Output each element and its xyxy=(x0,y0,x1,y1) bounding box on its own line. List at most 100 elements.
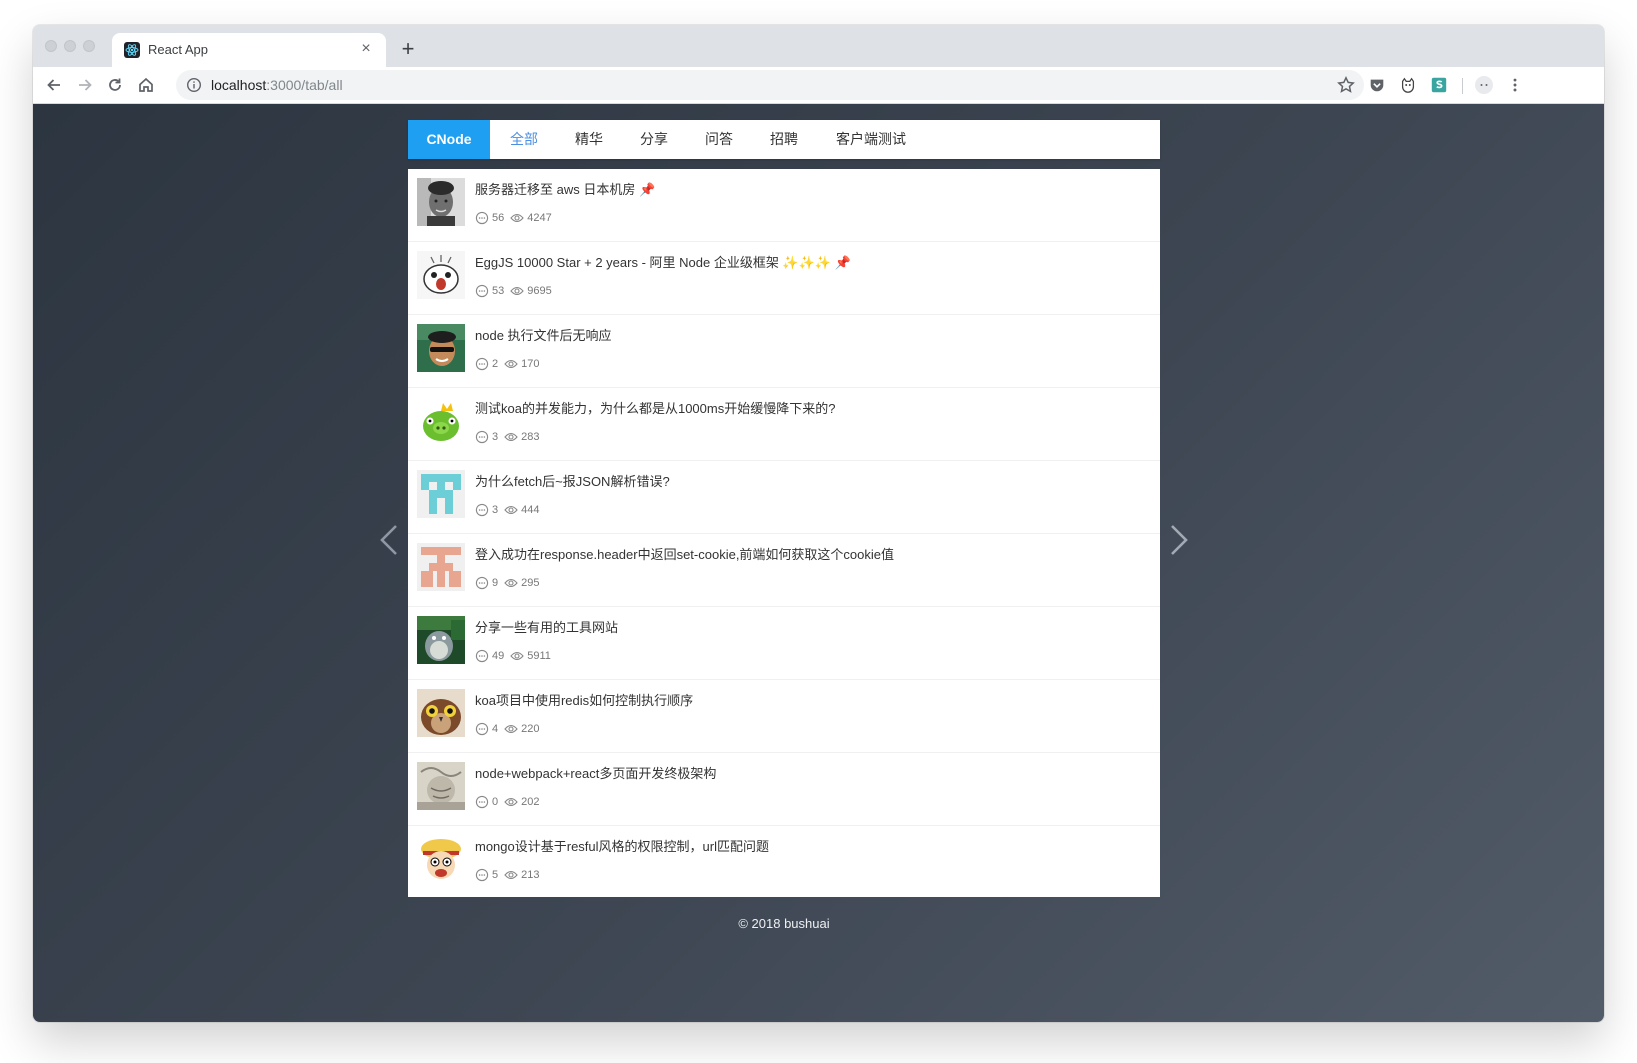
pocket-extension-icon[interactable] xyxy=(1367,75,1387,95)
tab-good[interactable]: 精华 xyxy=(575,120,603,159)
s-extension-icon[interactable] xyxy=(1429,75,1449,95)
topic-title[interactable]: node 执行文件后无响应 xyxy=(475,325,612,344)
reply-count: 49 xyxy=(492,650,505,662)
avatar[interactable] xyxy=(417,689,465,737)
reply-count: 53 xyxy=(492,285,505,297)
topic-nav-bar: CNode 全部 精华 分享 问答 招聘 客户端测试 xyxy=(408,120,1160,159)
comment-icon xyxy=(475,795,489,809)
topic-meta: 4 220 xyxy=(475,721,545,737)
reload-button[interactable] xyxy=(103,73,127,97)
tab-all[interactable]: 全部 xyxy=(510,120,538,159)
avatar[interactable] xyxy=(417,397,465,445)
home-icon xyxy=(139,77,153,92)
address-bar[interactable]: localhost:3000/tab/all xyxy=(176,70,1364,100)
reply-count: 3 xyxy=(492,504,499,516)
forward-button[interactable] xyxy=(73,73,97,97)
eye-icon xyxy=(510,213,524,223)
tab-ask[interactable]: 问答 xyxy=(705,120,733,159)
new-tab-button[interactable]: + xyxy=(397,38,419,61)
topic-title[interactable]: 服务器迁移至 aws 日本机房 📌 xyxy=(475,179,655,198)
tab-close-icon[interactable]: × xyxy=(356,39,376,59)
bookmark-star-icon[interactable] xyxy=(1336,75,1356,95)
menu-kebab-icon[interactable] xyxy=(1505,75,1525,95)
toolbar-separator xyxy=(1462,78,1463,94)
topic-item[interactable]: 为什么fetch后~报JSON解析错误? 3 444 xyxy=(408,461,1160,534)
window-close-dot[interactable] xyxy=(45,40,57,52)
avatar[interactable] xyxy=(417,470,465,518)
comment-icon xyxy=(475,357,489,371)
topic-item[interactable]: koa项目中使用redis如何控制执行顺序 4 220 xyxy=(408,680,1160,753)
home-button[interactable] xyxy=(134,73,158,97)
topic-title[interactable]: 分享一些有用的工具网站 xyxy=(475,617,618,636)
url-path: :3000/tab/all xyxy=(266,77,343,93)
topic-title[interactable]: 登入成功在response.header中返回set-cookie,前端如何获取… xyxy=(475,544,894,563)
view-count: 283 xyxy=(521,431,540,443)
topic-item[interactable]: node 执行文件后无响应 2 170 xyxy=(408,315,1160,388)
topic-meta: 0 202 xyxy=(475,794,545,810)
tab-share[interactable]: 分享 xyxy=(640,120,668,159)
topic-item[interactable]: node+webpack+react多页面开发终极架构 0 202 xyxy=(408,753,1160,826)
topic-item[interactable]: 测试koa的并发能力，为什么都是从1000ms开始缓慢降下来的? 3 283 xyxy=(408,388,1160,461)
avatar[interactable] xyxy=(417,762,465,810)
reply-count: 5 xyxy=(492,869,499,881)
tab-job[interactable]: 招聘 xyxy=(770,120,798,159)
avatar[interactable] xyxy=(417,324,465,372)
react-favicon-icon xyxy=(124,42,140,58)
cat-extension-icon[interactable] xyxy=(1398,75,1418,95)
eye-icon xyxy=(504,724,518,734)
reply-count: 0 xyxy=(492,796,499,808)
reply-count: 3 xyxy=(492,431,499,443)
topic-title[interactable]: koa项目中使用redis如何控制执行顺序 xyxy=(475,690,693,709)
topic-title[interactable]: node+webpack+react多页面开发终极架构 xyxy=(475,763,716,782)
browser-tab[interactable]: React App × xyxy=(112,33,386,67)
eye-icon xyxy=(504,797,518,807)
eye-icon xyxy=(504,870,518,880)
view-count: 295 xyxy=(521,577,540,589)
window-zoom-dot[interactable] xyxy=(83,40,95,52)
topic-item[interactable]: 服务器迁移至 aws 日本机房 📌 56 4247 xyxy=(408,169,1160,242)
eye-icon xyxy=(504,432,518,442)
topic-title[interactable]: 测试koa的并发能力，为什么都是从1000ms开始缓慢降下来的? xyxy=(475,398,835,417)
back-button[interactable] xyxy=(42,73,66,97)
topic-meta: 9 295 xyxy=(475,575,545,591)
avatar[interactable] xyxy=(417,616,465,664)
window-minimize-dot[interactable] xyxy=(64,40,76,52)
tab-dev[interactable]: 客户端测试 xyxy=(836,120,906,159)
topic-meta: 5 213 xyxy=(475,867,545,883)
info-icon[interactable] xyxy=(186,77,202,93)
view-count: 220 xyxy=(521,723,540,735)
topic-meta: 2 170 xyxy=(475,356,545,372)
eye-icon xyxy=(504,578,518,588)
avatar[interactable] xyxy=(417,543,465,591)
view-count: 170 xyxy=(521,358,540,370)
topic-list: 服务器迁移至 aws 日本机房 📌 56 4247 EggJS 10000 St… xyxy=(408,169,1160,897)
prev-page-arrow-icon[interactable] xyxy=(374,520,404,560)
browser-window: React App × + localhost:3000/tab/all CNo… xyxy=(33,25,1604,1022)
topic-title[interactable]: EggJS 10000 Star + 2 years - 阿里 Node 企业级… xyxy=(475,252,851,271)
avatar[interactable] xyxy=(417,835,465,883)
comment-icon xyxy=(475,430,489,444)
comment-icon xyxy=(475,211,489,225)
avatar[interactable] xyxy=(417,178,465,226)
comment-icon xyxy=(475,503,489,517)
topic-item[interactable]: 分享一些有用的工具网站 49 5911 xyxy=(408,607,1160,680)
brand-logo[interactable]: CNode xyxy=(408,120,490,159)
arrow-right-icon xyxy=(79,79,92,91)
reply-count: 4 xyxy=(492,723,499,735)
comment-icon xyxy=(475,722,489,736)
topic-item[interactable]: 登入成功在response.header中返回set-cookie,前端如何获取… xyxy=(408,534,1160,607)
page-footer: © 2018 bushuai xyxy=(738,916,830,931)
topic-title[interactable]: 为什么fetch后~报JSON解析错误? xyxy=(475,471,670,490)
next-page-arrow-icon[interactable] xyxy=(1164,520,1194,560)
topic-meta: 3 444 xyxy=(475,502,545,518)
view-count: 4247 xyxy=(527,212,552,224)
reply-count: 56 xyxy=(492,212,505,224)
topic-item[interactable]: EggJS 10000 Star + 2 years - 阿里 Node 企业级… xyxy=(408,242,1160,315)
topic-item[interactable]: mongo设计基于resful风格的权限控制，url匹配问题 5 213 xyxy=(408,826,1160,899)
avatar[interactable] xyxy=(417,251,465,299)
profile-avatar-icon[interactable] xyxy=(1474,75,1494,95)
topic-title[interactable]: mongo设计基于resful风格的权限控制，url匹配问题 xyxy=(475,836,769,855)
comment-icon xyxy=(475,284,489,298)
topic-meta: 56 4247 xyxy=(475,210,558,226)
view-count: 5911 xyxy=(527,650,551,662)
